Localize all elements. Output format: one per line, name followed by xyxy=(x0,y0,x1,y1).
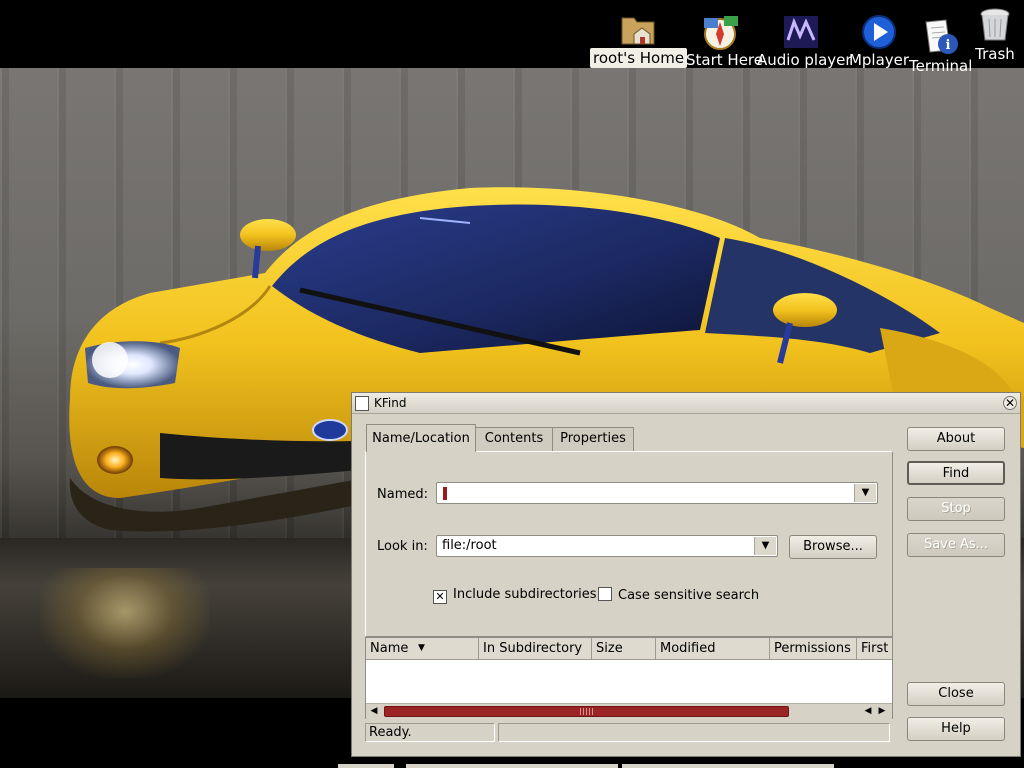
tab-properties[interactable]: Properties xyxy=(552,427,634,451)
checkbox-checked-icon: ✕ xyxy=(433,590,447,604)
desktop-icon-label: Mplayer xyxy=(848,51,910,69)
window-titlebar[interactable]: KFind ✕ xyxy=(352,393,1020,414)
desktop-icon-label: root's Home xyxy=(590,48,688,68)
desktop-icon-label: Audio player xyxy=(757,51,852,69)
chevron-down-icon[interactable]: ▼ xyxy=(754,537,776,555)
case-sensitive-label: Case sensitive search xyxy=(618,588,760,603)
column-header-modified[interactable]: Modified xyxy=(656,638,770,660)
compass-icon xyxy=(704,16,738,50)
tab-label: Contents xyxy=(484,431,544,446)
desktop-icon-home[interactable]: root's Home xyxy=(590,8,688,68)
column-header-in-subdirectory[interactable]: In Subdirectory xyxy=(479,638,592,660)
column-header-first[interactable]: First xyxy=(857,638,892,660)
lookin-combobox[interactable]: file:/root ▼ xyxy=(436,535,778,557)
desktop-icon-start-here[interactable]: Start Here xyxy=(683,14,763,69)
desktop-icon-label: Terminal xyxy=(909,57,973,75)
home-folder-icon xyxy=(621,17,655,45)
desktop-icon-terminal[interactable]: i Terminal xyxy=(906,18,974,75)
text-cursor xyxy=(443,487,447,500)
scrollbar-thumb[interactable] xyxy=(384,706,789,717)
column-header-size[interactable]: Size xyxy=(592,638,656,660)
tab-label: Name/Location xyxy=(372,431,470,446)
status-text: Ready. xyxy=(365,723,495,742)
grip-icon xyxy=(580,708,594,715)
desktop-icon-label: Trash xyxy=(975,45,1015,63)
taskbar-item[interactable] xyxy=(338,764,394,768)
browse-button[interactable]: Browse... xyxy=(789,535,877,559)
checkbox-unchecked-icon xyxy=(598,587,612,601)
column-header-name[interactable]: Name ▼ xyxy=(366,638,479,660)
tab-contents[interactable]: Contents xyxy=(475,427,553,451)
tab-label: Properties xyxy=(560,431,626,446)
scroll-right-icon[interactable]: ▶ xyxy=(875,705,889,718)
taskbar-item[interactable] xyxy=(622,764,834,768)
close-button[interactable]: Close xyxy=(907,682,1005,706)
lookin-label: Look in: xyxy=(377,539,428,554)
named-combobox[interactable]: ▼ xyxy=(436,482,878,504)
named-label: Named: xyxy=(377,487,428,502)
include-subdirectories-checkbox[interactable]: ✕ Include subdirectories xyxy=(433,587,597,604)
scroll-left-icon[interactable]: ◀ xyxy=(367,705,381,718)
scroll-left-icon[interactable]: ◀ xyxy=(861,705,875,718)
window-menu-icon[interactable] xyxy=(355,396,369,411)
desktop-icon-trash[interactable]: Trash xyxy=(968,6,1022,63)
chevron-down-icon[interactable]: ▼ xyxy=(854,484,876,502)
close-window-button[interactable]: ✕ xyxy=(1003,396,1017,410)
sort-descending-icon: ▼ xyxy=(418,643,425,653)
status-progress-field xyxy=(498,723,890,742)
include-subdirectories-label: Include subdirectories xyxy=(453,587,597,602)
about-button[interactable]: About xyxy=(907,427,1005,451)
svg-text:i: i xyxy=(946,38,951,53)
tab-name-location[interactable]: Name/Location xyxy=(366,424,476,452)
window-title: KFind xyxy=(374,396,407,410)
save-as-button[interactable]: Save As... xyxy=(907,533,1005,557)
mms-icon xyxy=(784,16,818,48)
find-button[interactable]: Find xyxy=(907,461,1005,485)
taskbar-item[interactable] xyxy=(406,764,618,768)
trash-icon xyxy=(980,8,1010,41)
horizontal-scrollbar[interactable]: ◀ ◀ ▶ xyxy=(366,703,892,720)
help-button[interactable]: Help xyxy=(907,717,1005,741)
desktop-icon-mplayer[interactable]: Mplayer xyxy=(845,14,913,69)
lookin-value: file:/root xyxy=(442,538,497,553)
case-sensitive-checkbox[interactable]: Case sensitive search xyxy=(598,587,759,603)
column-header-permissions[interactable]: Permissions xyxy=(770,638,857,660)
play-icon xyxy=(862,15,896,49)
stop-button[interactable]: Stop xyxy=(907,497,1005,521)
info-doc-icon: i xyxy=(925,19,958,54)
desktop-icon-audio-player[interactable]: Audio player xyxy=(754,14,852,69)
